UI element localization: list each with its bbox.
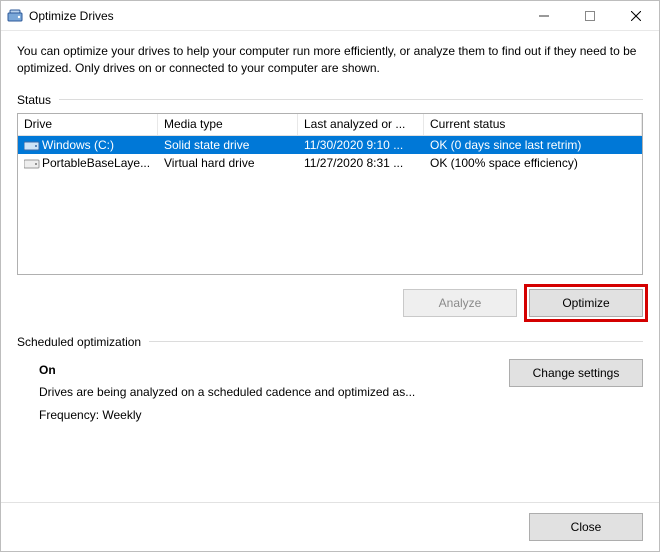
- close-icon: [631, 11, 641, 21]
- optimize-drives-window: Optimize Drives You can optimize your dr…: [0, 0, 660, 552]
- column-header-media[interactable]: Media type: [158, 114, 298, 135]
- current-status-cell: OK (0 days since last retrim): [424, 137, 642, 153]
- window-title: Optimize Drives: [29, 9, 114, 23]
- scheduled-frequency: Frequency: Weekly: [39, 404, 489, 427]
- column-header-last[interactable]: Last analyzed or ...: [298, 114, 424, 135]
- drive-name: PortableBaseLaye...: [42, 156, 150, 170]
- close-window-button[interactable]: [613, 1, 659, 31]
- drive-name-cell: Windows (C:): [18, 137, 158, 153]
- drive-row[interactable]: Windows (C:) Solid state drive 11/30/202…: [18, 136, 642, 154]
- action-button-row: Analyze Optimize: [17, 289, 643, 317]
- scheduled-label-text: Scheduled optimization: [17, 335, 141, 349]
- drive-name: Windows (C:): [42, 138, 114, 152]
- scheduled-on-label: On: [39, 359, 489, 382]
- maximize-button[interactable]: [567, 1, 613, 31]
- current-status-cell: OK (100% space efficiency): [424, 155, 642, 171]
- scheduled-group-label: Scheduled optimization: [17, 335, 643, 349]
- drives-list[interactable]: Drive Media type Last analyzed or ... Cu…: [17, 113, 643, 275]
- last-analyzed-cell: 11/27/2020 8:31 ...: [298, 155, 424, 171]
- list-header: Drive Media type Last analyzed or ... Cu…: [18, 114, 642, 136]
- last-analyzed-cell: 11/30/2020 9:10 ...: [298, 137, 424, 153]
- analyze-button[interactable]: Analyze: [403, 289, 517, 317]
- change-settings-button[interactable]: Change settings: [509, 359, 643, 387]
- minimize-button[interactable]: [521, 1, 567, 31]
- optimize-button[interactable]: Optimize: [529, 289, 643, 317]
- scheduled-detail: Drives are being analyzed on a scheduled…: [39, 381, 489, 404]
- titlebar: Optimize Drives: [1, 1, 659, 31]
- scheduled-text: On Drives are being analyzed on a schedu…: [39, 359, 489, 427]
- media-type-cell: Solid state drive: [158, 137, 298, 153]
- scheduled-body: On Drives are being analyzed on a schedu…: [17, 355, 643, 427]
- close-button[interactable]: Close: [529, 513, 643, 541]
- minimize-icon: [539, 11, 549, 21]
- maximize-icon: [585, 11, 595, 21]
- status-label-text: Status: [17, 93, 51, 107]
- drive-icon: [24, 157, 40, 169]
- status-group-label: Status: [17, 93, 643, 107]
- column-header-status[interactable]: Current status: [424, 114, 642, 135]
- content-area: You can optimize your drives to help you…: [1, 31, 659, 502]
- divider: [59, 99, 643, 100]
- app-icon: [7, 8, 23, 24]
- bottom-bar: Close: [1, 502, 659, 551]
- divider: [149, 341, 643, 342]
- drive-icon: [24, 139, 40, 151]
- column-header-drive[interactable]: Drive: [18, 114, 158, 135]
- description-text: You can optimize your drives to help you…: [17, 43, 643, 77]
- drive-name-cell: PortableBaseLaye...: [18, 155, 158, 171]
- drive-row[interactable]: PortableBaseLaye... Virtual hard drive 1…: [18, 154, 642, 172]
- media-type-cell: Virtual hard drive: [158, 155, 298, 171]
